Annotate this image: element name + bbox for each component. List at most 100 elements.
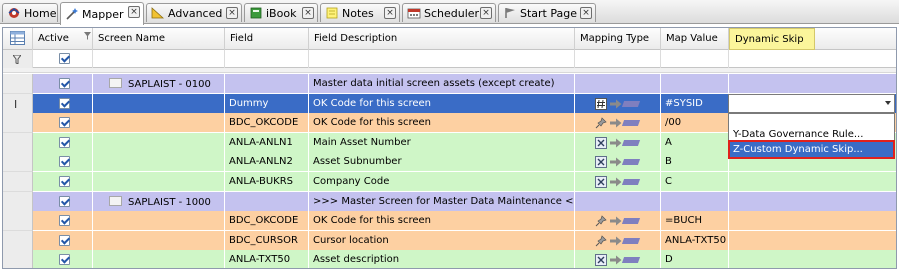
- field-cell[interactable]: BDC_CURSOR: [225, 230, 309, 251]
- field-cell[interactable]: BDC_OKCODE: [225, 211, 309, 232]
- screen-name-cell[interactable]: SAPLAIST - 0100: [93, 74, 225, 94]
- mapping-type-cell[interactable]: [575, 172, 661, 192]
- map-value-cell[interactable]: #SYSID: [661, 93, 729, 114]
- mapping-type-cell[interactable]: [575, 230, 661, 251]
- dynamic-skip-filter[interactable]: [729, 50, 896, 68]
- active-cell[interactable]: [33, 230, 93, 251]
- screen-name-filter[interactable]: [93, 50, 225, 68]
- mapping-type-cell[interactable]: [575, 132, 661, 153]
- map-value-cell[interactable]: D: [661, 250, 729, 268]
- dynamic-skip-cell[interactable]: [729, 250, 896, 268]
- screen-name-cell[interactable]: [93, 152, 225, 173]
- field-cell[interactable]: [225, 191, 309, 212]
- field-description-cell[interactable]: Company Code: [309, 172, 575, 192]
- row-gutter[interactable]: [3, 230, 33, 251]
- active-cell[interactable]: [33, 74, 93, 94]
- active-cell[interactable]: [33, 172, 93, 192]
- active-cell[interactable]: [33, 250, 93, 268]
- map-value-cell[interactable]: [661, 191, 729, 212]
- mapping-type-cell[interactable]: [575, 152, 661, 173]
- tab-start-page[interactable]: Start Page ×: [498, 3, 596, 22]
- active-cell[interactable]: [33, 113, 93, 134]
- active-cell[interactable]: [33, 191, 93, 212]
- close-icon[interactable]: ×: [302, 7, 314, 19]
- active-filter-checkbox[interactable]: [59, 53, 70, 64]
- mapping-type-cell[interactable]: [575, 93, 661, 114]
- field-cell[interactable]: ANLA-TXT50: [225, 250, 309, 268]
- row-gutter[interactable]: [3, 211, 33, 232]
- active-checkbox[interactable]: [59, 176, 70, 187]
- dynamic-skip-select[interactable]: [728, 94, 895, 113]
- filter-icon[interactable]: [84, 32, 91, 43]
- close-icon[interactable]: ×: [480, 7, 492, 19]
- screen-name-cell[interactable]: [93, 230, 225, 251]
- field-cell[interactable]: ANLA-ANLN2: [225, 152, 309, 173]
- active-checkbox[interactable]: [59, 117, 70, 129]
- field-description-cell[interactable]: Asset Subnumber: [309, 152, 575, 173]
- row-gutter[interactable]: [3, 74, 33, 94]
- column-header-mapping-type[interactable]: Mapping Type: [575, 28, 661, 50]
- field-cell[interactable]: ANLA-ANLN1: [225, 132, 309, 153]
- dropdown-option-data-governance-rule[interactable]: Y-Data Governance Rule...: [730, 127, 893, 142]
- field-description-filter[interactable]: [309, 50, 575, 68]
- active-cell[interactable]: [33, 152, 93, 173]
- screen-name-cell[interactable]: [93, 172, 225, 192]
- tab-advanced[interactable]: Advanced ×: [146, 3, 242, 22]
- screen-name-cell[interactable]: [93, 93, 225, 114]
- map-value-cell[interactable]: ANLA-TXT50: [661, 230, 729, 251]
- table-row[interactable]: ANLA-TXT50 Asset description D: [3, 250, 896, 268]
- screen-name-cell[interactable]: SAPLAIST - 1000: [93, 191, 225, 212]
- active-checkbox[interactable]: [59, 234, 70, 246]
- mapping-type-filter[interactable]: [575, 50, 661, 68]
- dynamic-skip-cell[interactable]: [729, 230, 896, 251]
- row-gutter[interactable]: [3, 191, 33, 212]
- active-checkbox[interactable]: [59, 215, 70, 227]
- active-checkbox[interactable]: [59, 136, 70, 148]
- row-gutter[interactable]: I: [3, 93, 33, 114]
- field-cell[interactable]: ANLA-BUKRS: [225, 172, 309, 192]
- field-description-cell[interactable]: Main Asset Number: [309, 132, 575, 153]
- column-header-screen-name[interactable]: Screen Name: [93, 28, 225, 50]
- table-row[interactable]: ANLA-BUKRS Company Code C: [3, 172, 896, 192]
- column-header-field-description[interactable]: Field Description: [309, 28, 575, 50]
- screen-name-cell[interactable]: [93, 113, 225, 134]
- active-checkbox[interactable]: [59, 254, 70, 266]
- chevron-down-icon[interactable]: [885, 101, 891, 105]
- field-description-cell[interactable]: >>> Master Screen for Master Data Mainte…: [309, 191, 575, 212]
- screen-name-cell[interactable]: [93, 250, 225, 268]
- map-value-cell[interactable]: /00: [661, 113, 729, 134]
- field-cell[interactable]: Dummy: [225, 93, 309, 114]
- row-gutter[interactable]: [3, 152, 33, 173]
- table-row[interactable]: BDC_OKCODE OK Code for this screen =BUCH: [3, 211, 896, 232]
- mapping-type-cell[interactable]: [575, 211, 661, 232]
- column-header-field[interactable]: Field: [225, 28, 309, 50]
- active-checkbox[interactable]: [59, 97, 70, 109]
- column-header-active[interactable]: Active: [33, 28, 93, 50]
- row-gutter[interactable]: [3, 132, 33, 153]
- mapping-type-cell[interactable]: [575, 191, 661, 212]
- tab-ibook[interactable]: iBook ×: [244, 3, 318, 22]
- column-header-map-value[interactable]: Map Value: [661, 28, 729, 50]
- field-description-cell[interactable]: Cursor location: [309, 230, 575, 251]
- active-checkbox[interactable]: [59, 195, 70, 207]
- close-icon[interactable]: ×: [128, 6, 140, 18]
- table-row[interactable]: BDC_CURSOR Cursor location ANLA-TXT50: [3, 230, 896, 251]
- screen-name-cell[interactable]: [93, 211, 225, 232]
- active-cell[interactable]: [33, 132, 93, 153]
- row-gutter[interactable]: [3, 172, 33, 192]
- screen-group-row[interactable]: SAPLAIST - 1000 >>> Master Screen for Mas…: [3, 191, 896, 212]
- field-cell[interactable]: [225, 74, 309, 94]
- mapping-type-cell[interactable]: [575, 74, 661, 94]
- column-chooser-button[interactable]: [3, 28, 33, 50]
- active-cell[interactable]: [33, 211, 93, 232]
- dynamic-skip-cell[interactable]: [729, 74, 896, 94]
- field-filter[interactable]: [225, 50, 309, 68]
- map-value-cell[interactable]: C: [661, 172, 729, 192]
- field-description-cell[interactable]: Master data initial screen assets (excep…: [309, 74, 575, 94]
- map-value-cell[interactable]: [661, 74, 729, 94]
- row-gutter[interactable]: [3, 113, 33, 134]
- map-value-cell[interactable]: A: [661, 132, 729, 153]
- active-filter-cell[interactable]: [33, 50, 93, 68]
- dynamic-skip-cell[interactable]: [729, 211, 896, 232]
- screen-group-row[interactable]: SAPLAIST - 0100 Master data initial scree…: [3, 74, 896, 94]
